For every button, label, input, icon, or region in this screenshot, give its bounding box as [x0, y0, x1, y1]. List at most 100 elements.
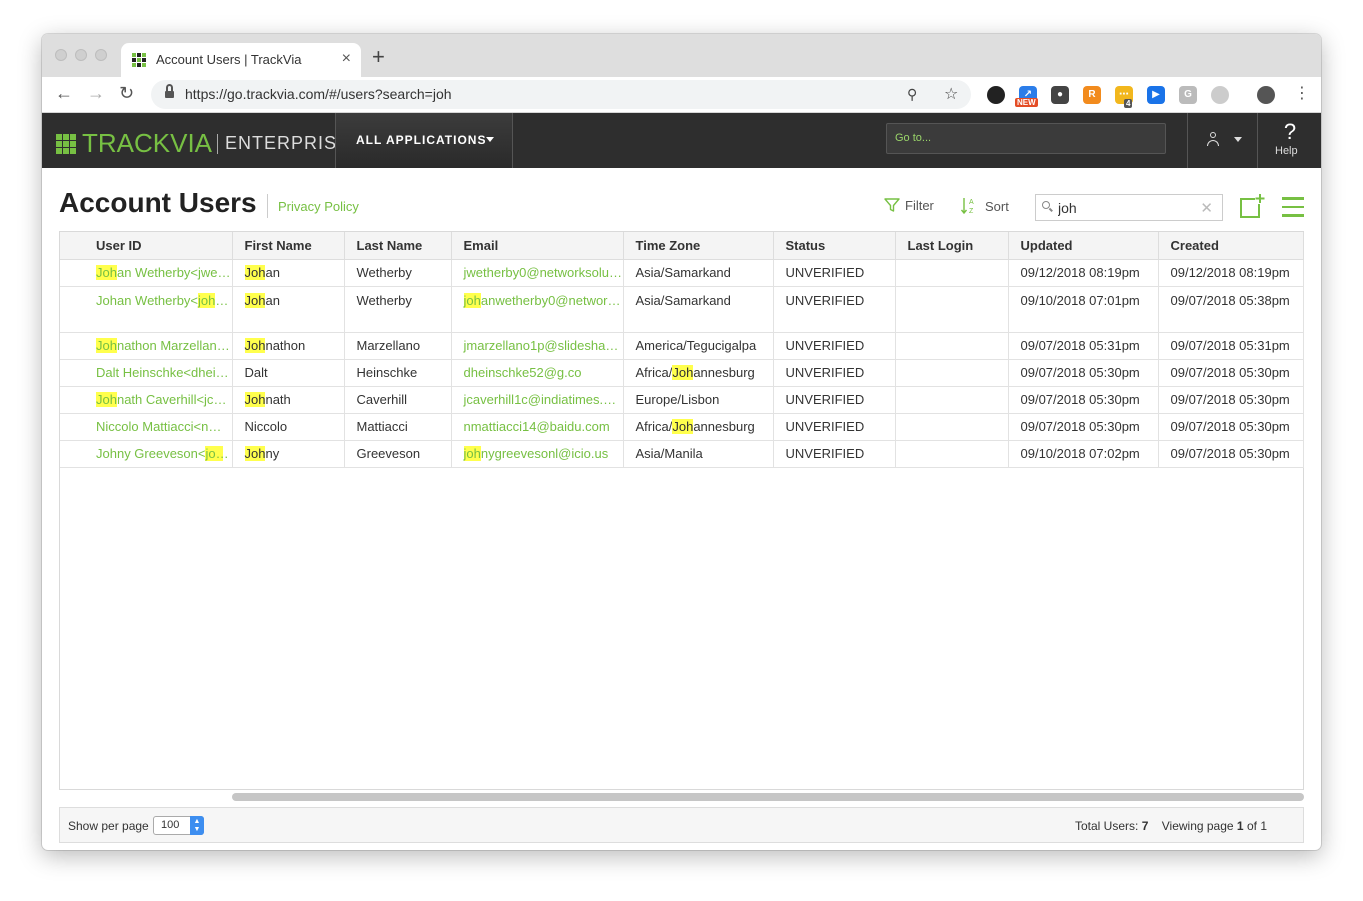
first-name-cell: Johnath — [232, 386, 345, 414]
column-header[interactable]: Last Name — [344, 232, 452, 260]
column-header[interactable]: Status — [773, 232, 896, 260]
column-header[interactable]: Updated — [1008, 232, 1159, 260]
help-label[interactable]: Help — [1275, 145, 1298, 157]
per-page-label: Show per page — [68, 819, 149, 833]
table-row[interactable]: Johan Wetherby<johanwetherby0@networksol… — [60, 286, 1304, 333]
user-id-cell[interactable]: Johan Wetherby<jwetherby0@networksolutio… — [84, 259, 233, 287]
table-row[interactable]: Niccolo Mattiacci<nmattiacci14@baidu.com… — [60, 413, 1304, 441]
email-cell[interactable]: johnygreevesonl@icio.us — [451, 440, 624, 468]
row-gutter — [60, 259, 84, 287]
table-row[interactable]: Johny Greeveson<johnygreevesonl@icio.us>… — [60, 440, 1304, 468]
key-icon[interactable]: ⚲ — [907, 86, 917, 103]
address-bar[interactable]: https://go.trackvia.com/#/users?search=j… — [151, 80, 971, 109]
horizontal-scrollbar[interactable] — [232, 793, 1304, 801]
email-cell[interactable]: johanwetherby0@networksolutions.com — [451, 286, 624, 333]
url-text[interactable]: https://go.trackvia.com/#/users?search=j… — [185, 86, 452, 102]
tab-close-icon[interactable]: × — [342, 50, 351, 68]
updated-cell: 09/07/2018 05:30pm — [1008, 386, 1159, 414]
profile-avatar[interactable] — [1257, 86, 1275, 104]
column-header[interactable]: Email — [451, 232, 624, 260]
email-cell[interactable]: dheinschke52@g.co — [451, 359, 624, 387]
email-cell[interactable]: jmarzellano1p@slideshare.net — [451, 332, 624, 360]
table-row[interactable]: Johnath Caverhill<jcaverhill1c@indiatime… — [60, 386, 1304, 414]
total-users-value: 7 — [1141, 819, 1149, 833]
column-header[interactable]: User ID — [84, 232, 233, 260]
user-icon[interactable] — [1206, 132, 1220, 146]
window-close-button[interactable] — [55, 49, 67, 61]
count-badge: 4 — [1124, 99, 1133, 108]
clear-search-icon[interactable]: ✕ — [1200, 199, 1213, 217]
search-highlight: Joh — [244, 392, 266, 407]
r-extension-icon[interactable]: R — [1083, 86, 1101, 104]
table-row[interactable]: Dalt Heinschke<dheinschke52@g.co> Dalt Hei… — [60, 359, 1304, 387]
created-cell: 09/07/2018 05:30pm — [1158, 386, 1304, 414]
color-picker-extension-icon[interactable] — [987, 86, 1005, 104]
search-input[interactable] — [1058, 199, 1198, 217]
trackvia-logo[interactable]: TRACKVIA ENTERPRISE — [56, 128, 350, 159]
user-id-cell[interactable]: Johnath Caverhill<jcaverhill1c@indiatime… — [84, 386, 233, 414]
back-arrow-icon[interactable]: ← — [55, 83, 73, 104]
row-gutter — [60, 332, 84, 360]
cell-text: an Wetherby<jwetherby0@networksolutions.… — [116, 265, 231, 280]
user-id-cell[interactable]: Dalt Heinschke<dheinschke52@g.co> — [84, 359, 233, 387]
table-row[interactable]: Johnathon Marzellano<jmarzellano1p@slide… — [60, 332, 1304, 360]
search-highlight: Joh — [244, 292, 266, 308]
user-id-cell[interactable]: Johnathon Marzellano<jmarzellano1p@slide… — [84, 332, 233, 360]
time-zone-cell: Africa/Johannesburg — [623, 413, 774, 441]
column-header[interactable]: Time Zone — [623, 232, 774, 260]
search-highlight: Joh — [672, 365, 694, 380]
per-page-select[interactable]: 100 ▲ ▼ — [153, 816, 204, 835]
sort-button[interactable]: A Z Sort — [961, 197, 1009, 215]
more-menu-icon[interactable]: ⋮ — [1294, 83, 1310, 103]
forward-arrow-icon[interactable]: → — [87, 83, 105, 104]
tab-title: Account Users | TrackVia — [156, 52, 302, 67]
hamburger-menu-icon[interactable] — [1282, 197, 1304, 217]
table-row[interactable]: Johan Wetherby<jwetherby0@networksolutio… — [60, 259, 1304, 287]
status-cell: UNVERIFIED — [773, 286, 896, 333]
browser-tab[interactable]: Account Users | TrackVia × — [121, 43, 361, 77]
cast-extension-icon[interactable]: ▶ — [1147, 86, 1165, 104]
updated-cell: 09/10/2018 07:02pm — [1008, 440, 1159, 468]
column-header[interactable]: Created — [1158, 232, 1304, 260]
svg-text:Z: Z — [969, 208, 974, 215]
viewing-page-label: Viewing page — [1161, 819, 1234, 833]
created-cell: 09/07/2018 05:30pm — [1158, 440, 1304, 468]
window-zoom-button[interactable] — [95, 49, 107, 61]
filter-button[interactable]: Filter — [884, 197, 934, 213]
goto-input[interactable]: Go to... — [886, 123, 1166, 154]
users-table: User ID First Name Last Name Email Time Zone… — [59, 231, 1304, 790]
first-name-cell: Dalt — [232, 359, 345, 387]
help-icon[interactable]: ? — [1282, 119, 1298, 145]
first-name-cell: Johny — [232, 440, 345, 468]
last-name-cell: Mattiacci — [344, 413, 452, 441]
created-cell: 09/07/2018 05:31pm — [1158, 332, 1304, 360]
window-minimize-button[interactable] — [75, 49, 87, 61]
circle-extension-icon[interactable] — [1211, 86, 1229, 104]
add-user-button[interactable] — [1239, 194, 1265, 220]
created-cell: 09/07/2018 05:30pm — [1158, 359, 1304, 387]
logo-grid-icon — [56, 133, 76, 154]
column-header[interactable]: Last Login — [895, 232, 1009, 260]
last-login-cell — [895, 413, 1009, 441]
email-cell[interactable]: jcaverhill1c@indiatimes.com — [451, 386, 624, 414]
bookmark-star-icon[interactable]: ☆ — [944, 84, 958, 104]
column-header[interactable]: First Name — [232, 232, 345, 260]
cell-text: an — [265, 265, 280, 280]
user-caret-down-icon[interactable] — [1234, 137, 1242, 142]
email-cell[interactable]: jwetherby0@networksolutions.com — [451, 259, 624, 287]
add-record-icon — [1240, 194, 1265, 218]
app-header: TRACKVIA ENTERPRISE ALL APPLICATIONS Go … — [42, 113, 1321, 168]
all-applications-button[interactable]: ALL APPLICATIONS — [335, 113, 513, 168]
email-cell[interactable]: nmattiacci14@baidu.com — [451, 413, 624, 441]
status-cell: UNVERIFIED — [773, 332, 896, 360]
g-extension-icon[interactable]: G — [1179, 86, 1197, 104]
new-tab-button[interactable]: + — [372, 44, 385, 70]
privacy-policy-link[interactable]: Privacy Policy — [278, 199, 359, 214]
user-id-cell[interactable]: Niccolo Mattiacci<nmattiacci14@baidu.com… — [84, 413, 233, 441]
user-id-cell[interactable]: Johan Wetherby<johanwetherby0@networksol… — [84, 286, 233, 333]
search-box[interactable]: ✕ — [1035, 194, 1223, 221]
goto-placeholder: Go to... — [895, 132, 932, 144]
reload-icon[interactable]: ↻ — [119, 83, 134, 104]
user-id-cell[interactable]: Johny Greeveson<johnygreevesonl@icio.us> — [84, 440, 233, 468]
lightbulb-extension-icon[interactable]: ● — [1051, 86, 1069, 104]
